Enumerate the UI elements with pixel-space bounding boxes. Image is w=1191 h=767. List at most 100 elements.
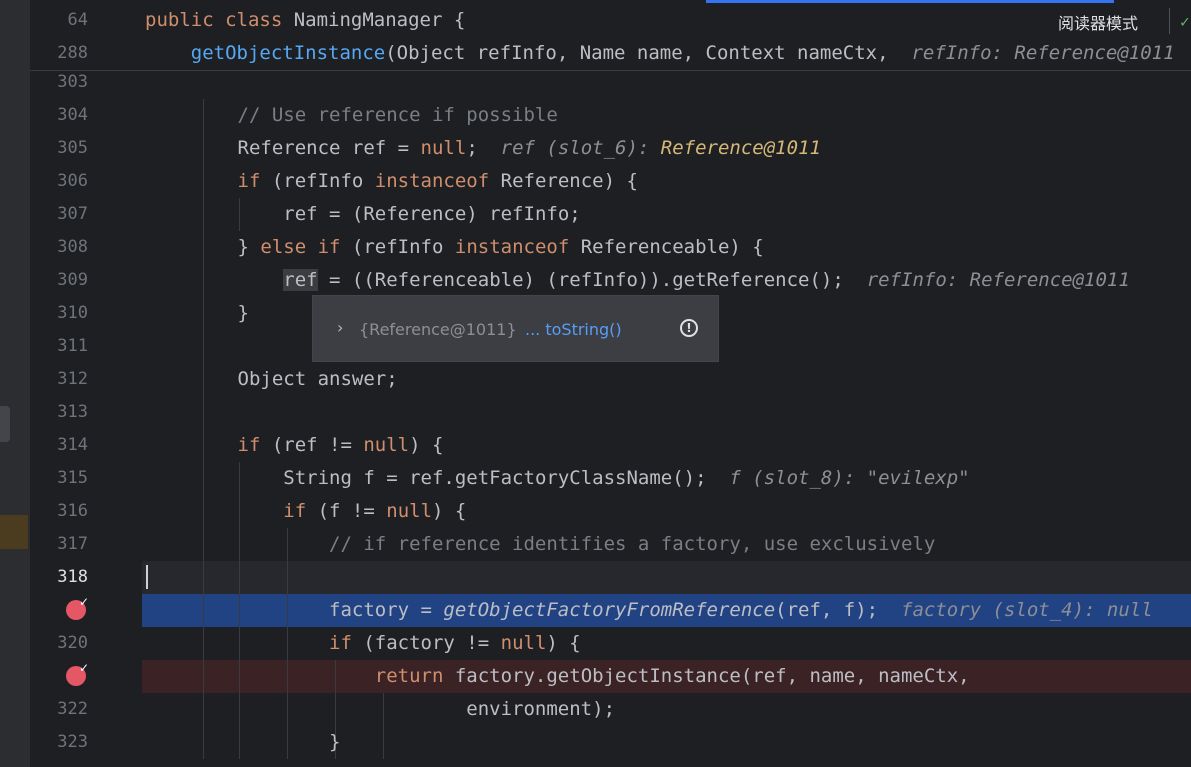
code-token: if — [329, 632, 352, 654]
code-line[interactable]: } — [146, 726, 1191, 759]
code-token: factory = — [329, 599, 444, 621]
info-icon[interactable]: ! — [680, 319, 698, 337]
code-line[interactable]: if (f != null) { — [146, 495, 1191, 528]
code-token: factory.getObjectInstance(ref, name, nam… — [443, 665, 970, 687]
line-number[interactable]: 310 — [30, 297, 88, 330]
tool-window-tab[interactable] — [0, 406, 10, 442]
code-token: (f != — [306, 500, 387, 522]
line-number[interactable]: 322 — [30, 693, 88, 726]
code-token: ) { — [432, 500, 467, 522]
code-line[interactable]: Object answer; — [146, 363, 1191, 396]
code-token: ) { — [546, 632, 581, 654]
reader-mode-label[interactable]: 阅读器模式 — [1058, 10, 1138, 34]
code-line[interactable]: factory = getObjectFactoryFromReference(… — [146, 594, 1191, 627]
tostring-link[interactable]: ... toString() — [525, 320, 622, 339]
code-line[interactable]: getObjectInstance(Object refInfo, Name n… — [145, 37, 1191, 70]
code-line[interactable]: Reference ref = null; ref (slot_6): Refe… — [146, 132, 1191, 165]
code-line[interactable]: if (ref != null) { — [146, 429, 1191, 462]
code-line[interactable]: } else if (refInfo instanceof Referencea… — [146, 231, 1191, 264]
code-line[interactable]: if (refInfo instanceof Reference) { — [146, 165, 1191, 198]
line-number[interactable]: 313 — [30, 396, 88, 429]
code-token: getObjectFactoryFromReference — [443, 599, 776, 621]
code-line[interactable]: ref = ((Referenceable) (refInfo)).getRef… — [146, 264, 1191, 297]
inline-debug-value: Reference@1011 — [660, 137, 821, 159]
line-number[interactable]: 314 — [30, 429, 88, 462]
line-number[interactable]: 316 — [30, 495, 88, 528]
text-caret — [146, 565, 148, 589]
popup-object-label: {Reference@1011} — [359, 320, 517, 339]
expand-chevron-icon[interactable]: › — [337, 318, 343, 337]
line-number[interactable]: 320 — [30, 627, 88, 660]
code-token: } — [329, 731, 341, 753]
line-number[interactable]: 312 — [30, 363, 88, 396]
line-number[interactable]: 64 — [30, 4, 88, 37]
code-token: (ref, f); — [775, 599, 901, 621]
line-number[interactable]: 304 — [30, 99, 88, 132]
line-number[interactable]: 311 — [30, 330, 88, 363]
breakpoint-icon[interactable]: ✓ — [66, 661, 89, 686]
code-token: public class — [145, 9, 294, 31]
line-number[interactable]: 309 — [30, 264, 88, 297]
code-line[interactable]: if (factory != null) { — [146, 627, 1191, 660]
breakpoint-icon[interactable]: ✓ — [66, 595, 89, 620]
code-token: return — [374, 665, 444, 687]
code-token: (refInfo — [260, 170, 375, 192]
line-number[interactable]: 308 — [30, 231, 88, 264]
code-token: ref — [283, 269, 318, 291]
code-token: (factory != — [351, 632, 501, 654]
inline-debug-value: f (slot_8): "evilexp" — [729, 467, 970, 489]
left-tool-strip — [0, 0, 30, 767]
code-line[interactable]: ref = (Reference) refInfo; — [146, 198, 1191, 231]
check-icon[interactable]: ✓ — [1180, 12, 1190, 31]
line-number[interactable]: 315 — [30, 462, 88, 495]
code-token: Referenceable) { — [569, 236, 764, 258]
code-line[interactable] — [146, 396, 1191, 429]
line-number[interactable]: 318 — [30, 561, 88, 594]
code-token: (Object refInfo, Name name, Context name… — [385, 42, 912, 64]
line-number[interactable]: 307 — [30, 198, 88, 231]
code-token: Reference) { — [489, 170, 638, 192]
code-token: null — [363, 434, 410, 456]
code-token: ; — [466, 137, 501, 159]
code-token: } — [237, 302, 249, 324]
line-number[interactable]: 305 — [30, 132, 88, 165]
check-icon: ✓ — [78, 595, 89, 609]
code-token: null — [500, 632, 547, 654]
line-number[interactable]: 317 — [30, 528, 88, 561]
code-token: null — [420, 137, 467, 159]
inline-debug-value: refInfo: Reference@1011 — [911, 42, 1175, 64]
inline-debug-value: factory (slot_4): null — [901, 599, 1153, 621]
code-token: NamingManager { — [293, 9, 466, 31]
code-token: ) { — [409, 434, 444, 456]
code-token: environment); — [466, 698, 616, 720]
code-line[interactable]: environment); — [146, 693, 1191, 726]
code-line[interactable]: public class NamingManager { — [145, 4, 1191, 37]
code-line[interactable]: // Use reference if possible — [146, 99, 1191, 132]
code-token: getObjectInstance — [190, 42, 386, 64]
sticky-lines-header[interactable]: 64 public class NamingManager { 288 getObj… — [30, 0, 1191, 71]
code-line[interactable]: return factory.getObjectInstance(ref, na… — [146, 660, 1191, 693]
code-line[interactable]: // if reference identifies a factory, us… — [146, 528, 1191, 561]
code-line[interactable] — [146, 561, 1191, 594]
line-number[interactable]: 306 — [30, 165, 88, 198]
code-line[interactable]: String f = ref.getFactoryClassName(); f … — [146, 462, 1191, 495]
code-token: instanceof — [374, 170, 490, 192]
debug-value-popup[interactable]: › {Reference@1011} ... toString() ! — [312, 295, 719, 362]
code-token: if — [237, 434, 261, 456]
code-token: ref = (Reference) refInfo; — [283, 203, 581, 225]
line-number[interactable]: 288 — [30, 37, 88, 70]
code-token: = ((Referenceable) (refInfo)).getReferen… — [317, 269, 867, 291]
line-number[interactable]: 323 — [30, 726, 88, 759]
